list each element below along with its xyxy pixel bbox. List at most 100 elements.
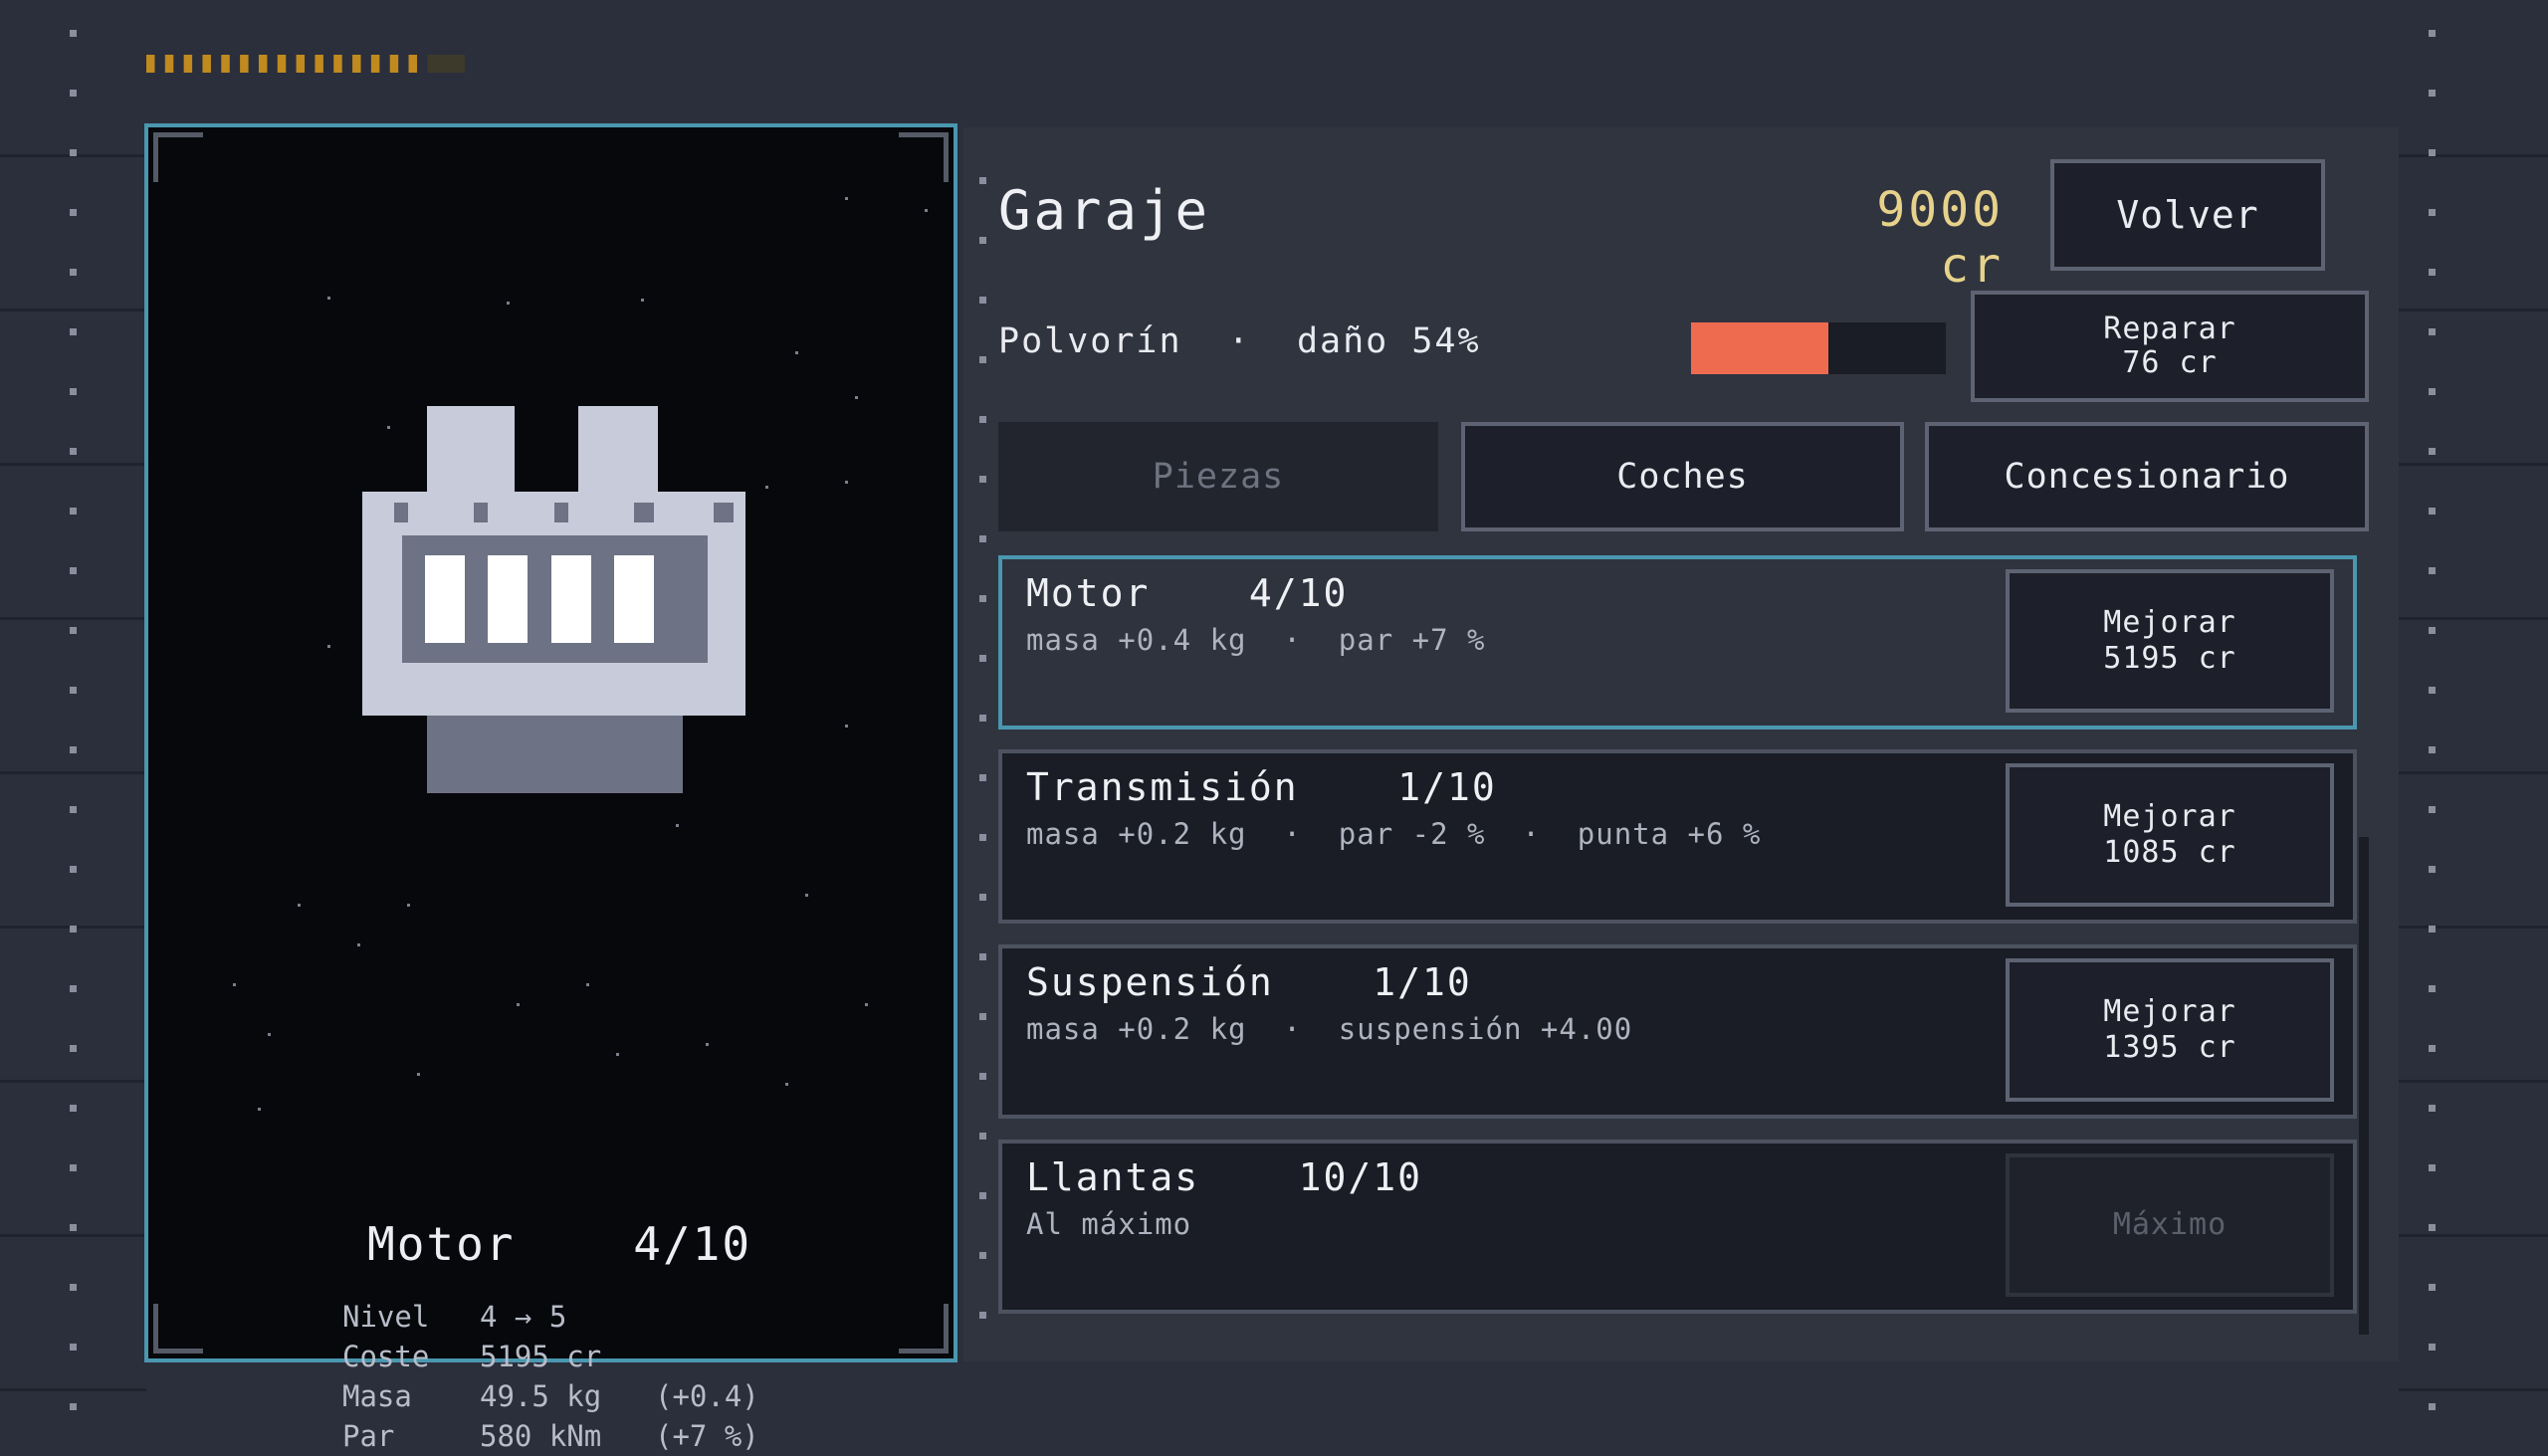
rivet [2429,1164,2436,1171]
rivet [70,30,77,37]
star [327,297,330,300]
rail-line [0,1388,146,1391]
rail-line [0,463,146,466]
part-item-suspension[interactable]: Suspensión 1/10 masa +0.2 kg · suspensió… [998,944,2357,1119]
rail-line [2399,1080,2548,1083]
star [233,983,236,986]
rail-line [2399,154,2548,157]
upgrade-suspension-button[interactable]: Mejorar 1395 cr [2006,958,2334,1102]
progress-dash [146,55,155,73]
rivet [70,1224,77,1231]
part-level: 1/10 [1373,960,1472,1004]
rail-line [0,1080,146,1083]
rivet [2429,806,2436,813]
upgrade-motor-button[interactable]: Mejorar 5195 cr [2006,569,2334,713]
part-title: Motor 4/10 [1026,571,1348,615]
tab-coches[interactable]: Coches [1461,422,1904,531]
engine-icon [362,406,745,793]
rail-line [2399,463,2548,466]
star [258,1108,261,1111]
tab-piezas[interactable]: Piezas [998,422,1438,531]
rivet [979,655,986,662]
credits-balance: 9000 cr [1876,182,2004,294]
progress-dash [164,55,174,73]
rivet [979,177,986,184]
star [925,209,928,212]
rivet [979,715,986,722]
preview-stats: Nivel 4 → 5 Coste 5195 cr Masa 49.5 kg (+0.4… [342,1297,759,1456]
rivet [2429,328,2436,335]
rail-line [0,771,146,774]
star [517,1003,520,1006]
star [865,1003,868,1006]
star [407,904,410,907]
rivet [2429,1344,2436,1351]
part-level: 1/10 [1397,765,1497,809]
rivet [2429,269,2436,276]
stat-key: Par [342,1419,395,1453]
rail-line [0,926,146,929]
progress-dash [202,55,211,73]
rivet [70,1344,77,1351]
back-button[interactable]: Volver [2050,159,2325,271]
progress-dash [315,55,323,73]
star [298,904,301,907]
rivet [70,149,77,156]
star [855,396,858,399]
rail-line [2399,1388,2548,1391]
rivet [70,806,77,813]
rivet [2429,1284,2436,1291]
rivet [979,297,986,304]
part-title: Llantas 10/10 [1026,1155,1422,1199]
tab-concesionario[interactable]: Concesionario [1925,422,2369,531]
star [845,481,848,484]
star [805,894,808,897]
upgrade-transmision-button[interactable]: Mejorar 1085 cr [2006,763,2334,907]
star [641,299,644,302]
garage-panel: Garaje 9000 cr Volver Polvorín · daño 54… [963,127,2399,1361]
progress-dash [333,55,342,73]
rivet [2429,209,2436,216]
rivet [70,90,77,97]
frame-corner [899,1304,949,1353]
repair-label: Reparar [2103,312,2236,346]
progress-dash [389,55,399,73]
repair-button[interactable]: Reparar 76 cr [1971,291,2369,402]
part-item-motor[interactable]: Motor 4/10 masa +0.4 kg · par +7 % Mejor… [998,555,2357,729]
rail-line [2399,617,2548,620]
rivet [70,687,77,694]
rivet [2429,687,2436,694]
rivet [2429,866,2436,873]
progress-dash [352,55,361,73]
rivet [2429,1045,2436,1052]
rivet [70,985,77,992]
stat-value: 4 → 5 [480,1300,567,1334]
rail-line [0,154,146,157]
rivet [979,1073,986,1080]
rivet [2429,388,2436,395]
star [785,1083,788,1086]
rivet [979,535,986,542]
stat-row: Coste 5195 cr [342,1337,759,1376]
vehicle-name: Polvorín [998,321,1182,361]
frame-corner [899,132,949,182]
part-item-llantas[interactable]: Llantas 10/10 Al máximo Máximo [998,1140,2357,1314]
rivet [979,1312,986,1319]
stat-key: Masa [342,1379,412,1413]
rivet [2429,567,2436,574]
part-item-transmision[interactable]: Transmisión 1/10 masa +0.2 kg · par -2 %… [998,749,2357,924]
frame-corner [153,1304,203,1353]
parts-scrollbar[interactable] [2359,837,2369,1335]
page-title: Garaje [998,179,1211,242]
rivet [979,1192,986,1199]
rivet [70,1164,77,1171]
part-stats: masa +0.2 kg · suspensión +4.00 [1026,1012,1633,1046]
stat-key: Coste [342,1340,430,1373]
preview-part-level: 4/10 [633,1217,752,1271]
star [507,302,510,305]
separator-dot: · [1227,321,1251,361]
preview-title: Motor 4/10 [367,1217,751,1271]
rail-line [0,309,146,312]
rivet [979,774,986,781]
rail-line [0,1234,146,1237]
